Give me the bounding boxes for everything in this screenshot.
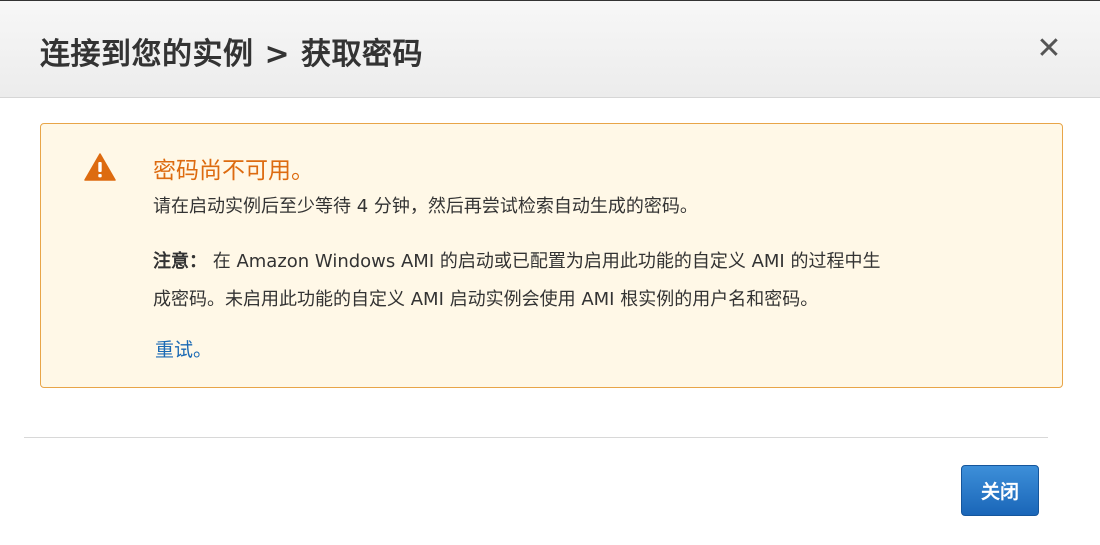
close-button[interactable]: 关闭 bbox=[961, 465, 1039, 516]
alert-title: 密码尚不可用。 bbox=[153, 158, 314, 184]
warning-alert: 密码尚不可用。 请在启动实例后至少等待 4 分钟，然后再尝试检索自动生成的密码。… bbox=[40, 123, 1063, 388]
dialog-title: 连接到您的实例 > 获取密码 bbox=[40, 37, 424, 72]
alert-note-line-1: 注意： 在 Amazon Windows AMI 的启动或已配置为启用此功能的自… bbox=[153, 243, 1033, 281]
note-text-2: 成密码。未启用此功能的自定义 AMI 启动实例会使用 AMI 根实例的用户名和密… bbox=[153, 289, 819, 310]
note-label: 注意： bbox=[153, 251, 207, 272]
dialog-header: 连接到您的实例 > 获取密码 ✕ bbox=[0, 1, 1100, 98]
note-text-1: 在 Amazon Windows AMI 的启动或已配置为启用此功能的自定义 A… bbox=[212, 251, 881, 272]
alert-description: 请在启动实例后至少等待 4 分钟，然后再尝试检索自动生成的密码。 bbox=[153, 196, 698, 217]
warning-icon bbox=[84, 153, 116, 181]
footer-divider bbox=[24, 437, 1048, 438]
alert-note: 注意： 在 Amazon Windows AMI 的启动或已配置为启用此功能的自… bbox=[153, 243, 1033, 319]
get-password-dialog: 连接到您的实例 > 获取密码 ✕ 密码尚不可用。 请在启动实例后至少等待 4 分… bbox=[0, 0, 1100, 545]
close-icon[interactable]: ✕ bbox=[1034, 34, 1064, 64]
retry-link[interactable]: 重试。 bbox=[155, 335, 212, 362]
